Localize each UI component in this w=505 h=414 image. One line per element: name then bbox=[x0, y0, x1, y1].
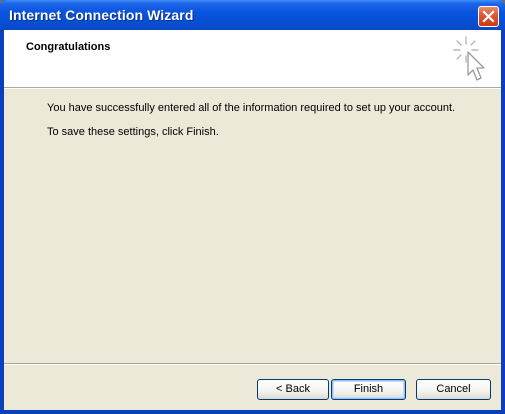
page-title: Congratulations bbox=[26, 41, 111, 53]
window-title: Internet Connection Wizard bbox=[9, 7, 194, 23]
window-bottom-border bbox=[0, 410, 505, 414]
footer-divider bbox=[4, 363, 501, 364]
wizard-header: Congratulations bbox=[4, 30, 501, 88]
wizard-client-area: Congratulations You have successfully en… bbox=[4, 30, 501, 410]
instruction-message: To save these settings, click Finish. bbox=[47, 126, 219, 138]
back-button[interactable]: < Back bbox=[257, 379, 329, 400]
cancel-button[interactable]: Cancel bbox=[416, 379, 491, 400]
wizard-window: Internet Connection Wizard Congratulatio… bbox=[0, 0, 505, 414]
close-icon bbox=[482, 10, 495, 23]
close-button[interactable] bbox=[478, 6, 499, 27]
header-divider bbox=[4, 88, 501, 89]
title-bar[interactable]: Internet Connection Wizard bbox=[0, 0, 505, 30]
finish-button[interactable]: Finish bbox=[331, 379, 406, 400]
wizard-cursor-icon bbox=[453, 36, 485, 81]
success-message: You have successfully entered all of the… bbox=[47, 102, 456, 114]
